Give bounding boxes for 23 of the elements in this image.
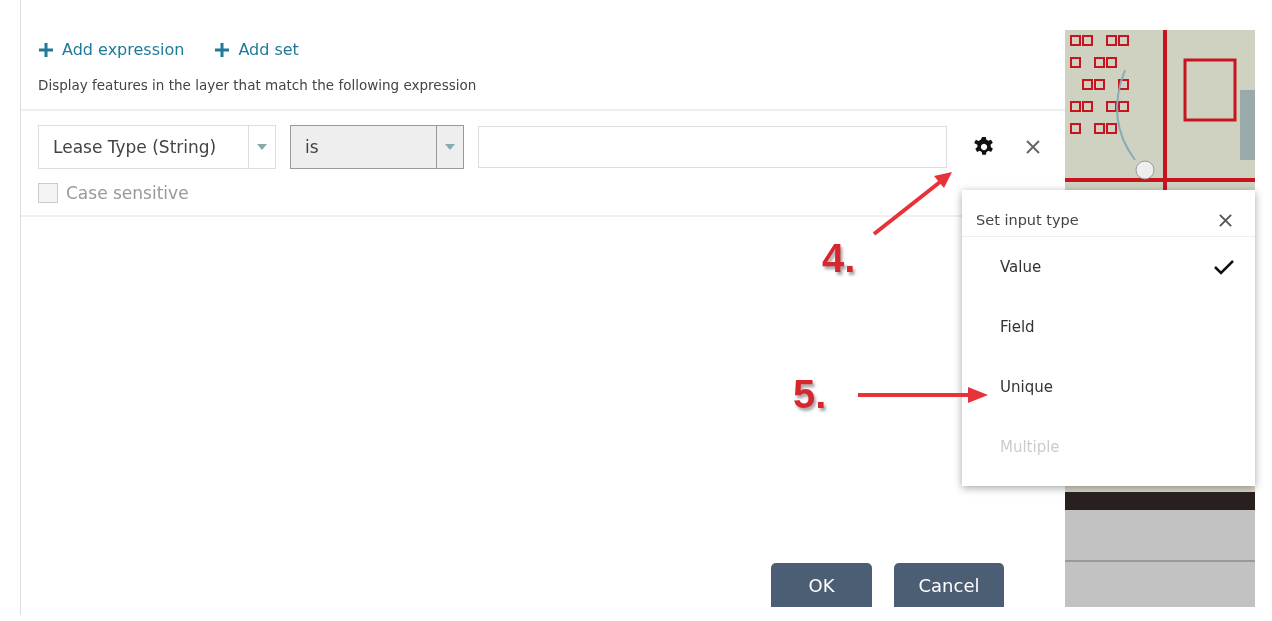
settings-icon[interactable] [973, 136, 995, 158]
close-icon[interactable] [1025, 139, 1041, 155]
caret-icon [257, 144, 267, 150]
checkbox[interactable] [38, 183, 58, 203]
operator-dropdown[interactable]: is [290, 125, 464, 169]
value-input-field[interactable] [478, 126, 947, 168]
step-label: 5. [793, 372, 827, 417]
menu-title: Set input type [976, 212, 1079, 228]
menu-item[interactable]: Field [962, 297, 1255, 357]
field-dropdown[interactable]: Lease Type (String) [38, 125, 276, 169]
caret-icon [445, 144, 455, 150]
menu-item[interactable]: Value [962, 237, 1255, 297]
menu-item[interactable]: Unique [962, 357, 1255, 417]
add-link[interactable]: Add set [214, 40, 299, 59]
plus-icon [214, 41, 231, 58]
plus-icon [38, 41, 54, 58]
step-label: 4. [822, 236, 856, 281]
cancel-button[interactable]: Cancel [894, 563, 1004, 607]
add-link[interactable]: Add expression [38, 40, 185, 59]
description-text: Display features in the layer that match the following expression [37, 76, 478, 93]
ok-button[interactable]: OK [771, 563, 872, 607]
close-icon[interactable] [1218, 212, 1233, 228]
checkbox-label: Case sensitive [66, 183, 189, 203]
